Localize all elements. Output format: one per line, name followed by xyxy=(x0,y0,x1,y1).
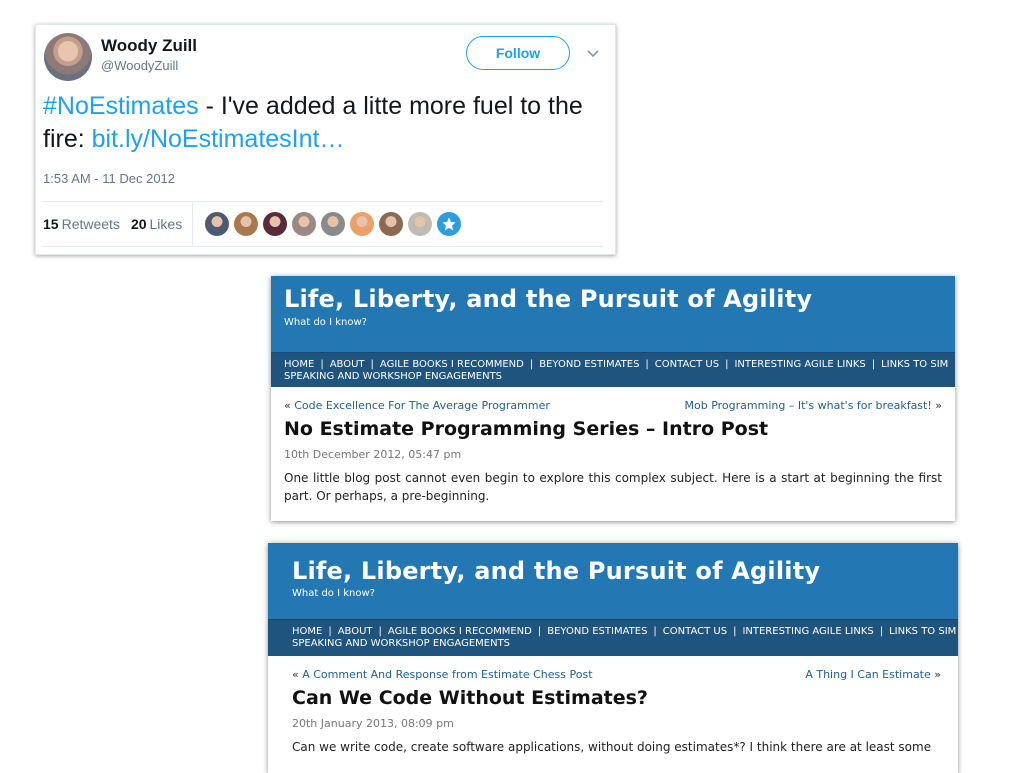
liker-avatar-8[interactable] xyxy=(408,212,433,236)
blog-snapshot-1: Life, Liberty, and the Pursuit of Agilit… xyxy=(271,276,955,521)
follow-button[interactable]: Follow xyxy=(466,36,570,70)
nav-item-beyond-estimates[interactable]: BEYOND ESTIMATES xyxy=(547,626,647,637)
liker-avatar-4[interactable] xyxy=(292,212,317,236)
blog-header: Life, Liberty, and the Pursuit of Agilit… xyxy=(268,543,958,619)
liker-avatar-2[interactable] xyxy=(234,212,259,236)
nav-item-speaking[interactable]: SPEAKING AND WORKSHOP ENGAGEMENTS xyxy=(292,638,958,650)
nav-separator: | xyxy=(645,359,649,370)
site-title[interactable]: Life, Liberty, and the Pursuit of Agilit… xyxy=(292,557,820,585)
nav-item-links-to-sim[interactable]: LINKS TO SIM xyxy=(889,626,956,637)
liker-avatar-5[interactable] xyxy=(321,212,346,236)
author-handle[interactable]: @WoodyZuill xyxy=(101,58,178,73)
nav-separator: | xyxy=(733,626,737,637)
tweet-stats: 15 Retweets 20 Likes xyxy=(43,201,603,247)
blog-snapshot-2: Life, Liberty, and the Pursuit of Agilit… xyxy=(268,543,958,773)
nav-separator: | xyxy=(879,626,884,637)
post-body: One little blog post cannot even begin t… xyxy=(284,471,942,503)
liker-avatar-1[interactable] xyxy=(205,212,230,236)
blog-nav: HOME | ABOUT | AGILE BOOKS I RECOMMEND | BEYON… xyxy=(271,352,955,387)
next-arrow: » xyxy=(930,668,941,681)
post-date: 10th December 2012, 05:47 pm xyxy=(284,448,462,461)
nav-separator: | xyxy=(370,359,374,370)
nav-separator: | xyxy=(328,626,332,637)
liker-avatar-7[interactable] xyxy=(379,212,404,236)
tweet-card: Woody Zuill @WoodyZuill Follow #NoEstima… xyxy=(35,24,616,255)
nav-separator: | xyxy=(871,359,876,370)
prev-post-link[interactable]: A Comment And Response from Estimate Che… xyxy=(302,668,592,681)
site-title[interactable]: Life, Liberty, and the Pursuit of Agilit… xyxy=(284,285,812,313)
post-date: 20th January 2013, 08:09 pm xyxy=(292,717,454,730)
nav-item-beyond-estimates[interactable]: BEYOND ESTIMATES xyxy=(539,359,639,370)
next-post-link[interactable]: A Thing I Can Estimate xyxy=(805,668,930,681)
nav-separator: | xyxy=(529,359,534,370)
post-title: No Estimate Programming Series – Intro P… xyxy=(284,418,769,440)
retweets-stat[interactable]: 15 Retweets xyxy=(43,216,120,232)
nav-item-interesting-agile-links[interactable]: INTERESTING AGILE LINKS xyxy=(742,626,873,637)
site-tagline: What do I know? xyxy=(292,588,375,599)
star-badge-icon[interactable] xyxy=(437,212,462,236)
likes-label: Likes xyxy=(149,216,183,232)
nav-item-contact-us[interactable]: CONTACT US xyxy=(663,626,727,637)
tweet-text: #NoEstimates - I've added a litte more f… xyxy=(43,90,613,156)
next-arrow: » xyxy=(931,399,942,412)
nav-item-agile-books-i-recommend[interactable]: AGILE BOOKS I RECOMMEND xyxy=(388,626,532,637)
post-navigation: « Code Excellence For The Average Progra… xyxy=(284,395,942,415)
liker-avatars xyxy=(205,212,462,236)
retweets-count: 15 xyxy=(43,216,59,232)
next-post-link[interactable]: Mob Programming – It's what's for breakf… xyxy=(685,399,932,412)
author-name[interactable]: Woody Zuill xyxy=(101,36,197,56)
prev-arrow: « xyxy=(292,668,303,681)
liker-avatar-6[interactable] xyxy=(350,212,375,236)
nav-separator: | xyxy=(653,626,657,637)
nav-item-home[interactable]: HOME xyxy=(284,359,314,370)
short-url-link[interactable]: bit.ly/NoEstimatesInt… xyxy=(92,125,345,153)
nav-separator: | xyxy=(725,359,729,370)
nav-item-about[interactable]: ABOUT xyxy=(330,359,365,370)
nav-separator: | xyxy=(378,626,382,637)
blog-header: Life, Liberty, and the Pursuit of Agilit… xyxy=(271,276,955,352)
author-avatar[interactable] xyxy=(44,33,92,81)
tweet-timestamp[interactable]: 1:53 AM - 11 Dec 2012 xyxy=(43,171,175,186)
post-title: Can We Code Without Estimates? xyxy=(292,687,648,709)
prev-post-link[interactable]: Code Excellence For The Average Programm… xyxy=(294,399,550,412)
nav-separator: | xyxy=(320,359,324,370)
nav-item-interesting-agile-links[interactable]: INTERESTING AGILE LINKS xyxy=(734,359,865,370)
blog-nav: HOME | ABOUT | AGILE BOOKS I RECOMMEND | BEYON… xyxy=(268,619,958,656)
nav-item-speaking[interactable]: SPEAKING AND WORKSHOP ENGAGEMENTS xyxy=(284,371,955,383)
hashtag-link[interactable]: #NoEstimates xyxy=(43,92,199,120)
post-navigation: « A Comment And Response from Estimate C… xyxy=(292,664,941,684)
prev-arrow: « xyxy=(284,399,295,412)
chevron-down-icon[interactable] xyxy=(585,45,601,61)
likes-count: 20 xyxy=(130,216,147,232)
site-tagline: What do I know? xyxy=(284,317,367,328)
post-body: Can we write code, create software appli… xyxy=(292,740,932,754)
nav-item-home[interactable]: HOME xyxy=(292,626,322,637)
nav-item-links-to-sim[interactable]: LINKS TO SIM xyxy=(881,359,948,370)
liker-avatar-3[interactable] xyxy=(263,212,288,236)
nav-item-contact-us[interactable]: CONTACT US xyxy=(655,359,719,370)
nav-item-agile-books-i-recommend[interactable]: AGILE BOOKS I RECOMMEND xyxy=(380,359,524,370)
retweets-label: Retweets xyxy=(61,216,120,232)
likes-stat[interactable]: 20 Likes xyxy=(131,216,182,232)
nav-separator: | xyxy=(537,626,542,637)
nav-item-about[interactable]: ABOUT xyxy=(338,626,373,637)
